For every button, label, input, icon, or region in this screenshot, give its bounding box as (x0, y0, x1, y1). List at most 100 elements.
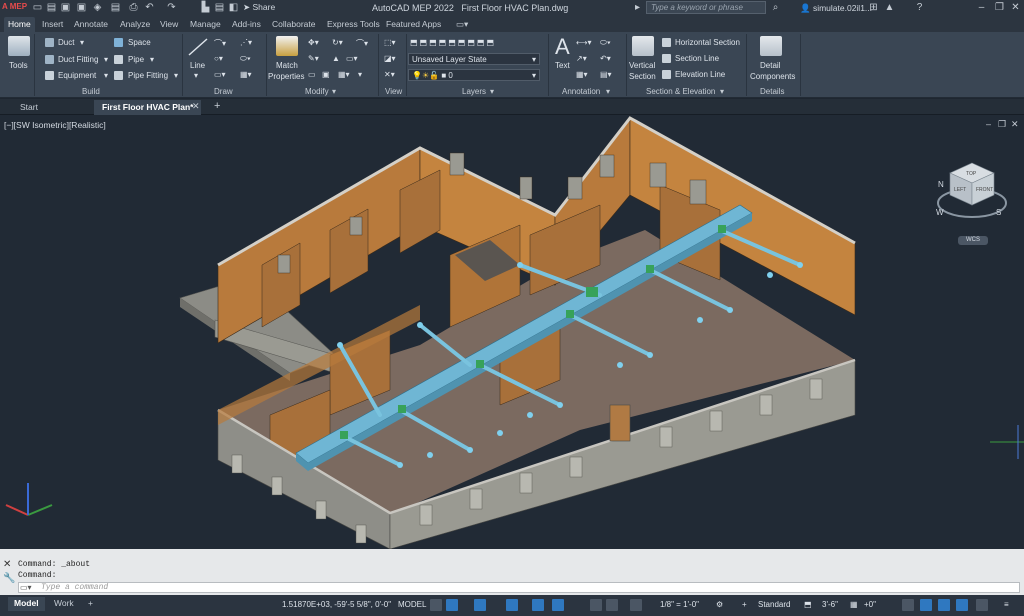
tab-insert[interactable]: Insert (38, 17, 67, 32)
display-style[interactable]: Standard (758, 600, 790, 609)
pipe-icon[interactable] (114, 55, 123, 64)
isolate-icon[interactable] (902, 599, 914, 611)
ucs-menu[interactable]: WCS (958, 236, 988, 245)
command-close-icon[interactable]: ✕ (3, 559, 11, 570)
mirror-icon[interactable]: ▲ (332, 54, 340, 63)
fillet-icon[interactable]: ▭▾ (346, 54, 358, 63)
dropdown-arrow[interactable]: ▾ (104, 55, 108, 64)
plot-icon[interactable]: ⎙ (128, 2, 139, 13)
circle-icon[interactable]: ○▾ (214, 54, 223, 63)
autodesk-a360-icon[interactable]: ▲ (884, 2, 895, 13)
trim-icon[interactable]: ⌒▾ (356, 38, 368, 49)
arc-icon[interactable]: ⌒▾ (214, 38, 226, 49)
lineweight-icon[interactable] (590, 599, 602, 611)
coordinates-readout[interactable]: 1.51870E+03, -59'-5 5/8", 0'-0" (282, 600, 391, 609)
compass-s[interactable]: S (996, 208, 1001, 217)
build-equipment[interactable]: Equipment (58, 71, 96, 80)
hatch-icon[interactable]: ▦▾ (240, 70, 252, 79)
cube-front-label[interactable]: FRONT (976, 187, 993, 193)
viewcube[interactable]: TOP LEFT FRONT N W S (932, 155, 1012, 245)
undo-icon[interactable]: ↶ (144, 2, 155, 13)
rotate-icon[interactable]: ↻▾ (332, 38, 343, 47)
isodraft-icon[interactable] (532, 599, 544, 611)
section-vertical[interactable]: Vertical (629, 61, 655, 70)
tab-home[interactable]: Home (4, 17, 35, 32)
dropdown-arrow[interactable]: ▾ (104, 71, 108, 80)
rectangle-icon[interactable]: ▭▾ (214, 70, 226, 79)
section-line-icon[interactable] (662, 54, 671, 63)
build-pipe[interactable]: Pipe (128, 55, 144, 64)
grid-icon[interactable] (430, 599, 442, 611)
tab-add-ins[interactable]: Add-ins (228, 17, 265, 32)
tools-label[interactable]: Tools (9, 61, 28, 70)
open-icon[interactable]: ▤ (46, 2, 57, 13)
tab-annotate[interactable]: Annotate (70, 17, 112, 32)
cube-left-label[interactable]: LEFT (954, 187, 966, 193)
vertical-section-icon[interactable] (632, 36, 654, 56)
doc-tab-start[interactable]: Start (12, 100, 46, 115)
forward-icon[interactable]: ▸ (632, 2, 643, 13)
search-icon[interactable]: ⌕ (770, 2, 781, 13)
elevation-line-icon[interactable] (662, 70, 671, 79)
compass-n[interactable]: N (938, 180, 944, 189)
dropdown-arrow[interactable]: ▾ (194, 71, 198, 80)
equipment-icon[interactable] (45, 71, 54, 80)
panel-annotation-title[interactable]: Annotation (562, 87, 600, 96)
tab-view[interactable]: View (156, 17, 182, 32)
detail-components-icon[interactable] (760, 36, 782, 56)
open-web-icon[interactable]: ▤ (110, 2, 121, 13)
visual-style-icon[interactable]: ◪▾ (384, 54, 396, 63)
add-icon[interactable]: + (742, 600, 747, 609)
horizontal-section-icon[interactable] (662, 38, 671, 47)
table-icon[interactable]: ▦▾ (576, 70, 588, 79)
orbit-icon[interactable]: ✕▾ (384, 70, 395, 79)
panel-section-title[interactable]: Section & Elevation (646, 87, 715, 96)
annotation-scale[interactable]: 1/8" = 1'-0" (660, 600, 699, 609)
stretch-icon[interactable]: ▭ (308, 70, 316, 79)
layer-state-dropdown[interactable]: Unsaved Layer State ▾ (408, 53, 540, 65)
folder-icon[interactable]: ▙ (200, 2, 211, 13)
user-account[interactable]: 👤 simulate.02il1... (800, 3, 872, 14)
model-space-toggle[interactable]: MODEL (398, 600, 426, 609)
tab-manage[interactable]: Manage (186, 17, 225, 32)
layout-tab-work[interactable]: Work (48, 597, 80, 611)
duct-icon[interactable] (45, 38, 54, 47)
workspace-icon[interactable] (956, 599, 968, 611)
object-snap-icon[interactable] (552, 599, 564, 611)
layer-tools-icons[interactable]: ⬒⬒⬒⬒⬒⬒⬒⬒⬒ (410, 38, 496, 47)
section-section[interactable]: Section (629, 72, 656, 81)
cube-top-label[interactable]: TOP (966, 171, 977, 177)
surface-hatch-icon[interactable]: ▦ (850, 600, 858, 609)
panel-build-title[interactable]: Build (82, 87, 100, 96)
gear-icon[interactable]: ⚙ (716, 600, 723, 609)
panel-details-title[interactable]: Details (760, 87, 784, 96)
mleader-icon[interactable]: ↶▾ (600, 54, 611, 63)
dropdown-arrow[interactable]: ▾ (490, 87, 494, 96)
details-components[interactable]: Components (750, 72, 795, 81)
minimize-icon[interactable]: – (976, 2, 987, 13)
tab-featured-apps[interactable]: Featured Apps (382, 17, 445, 32)
dropdown-arrow[interactable]: ▾ (80, 38, 84, 47)
pipe-fitting-icon[interactable] (114, 71, 123, 80)
panel-view-title[interactable]: View (385, 87, 402, 96)
build-duct-fitting[interactable]: Duct Fitting (58, 55, 98, 64)
add-layout-icon[interactable]: + (82, 597, 99, 611)
layers-icon[interactable]: ▤ (214, 2, 225, 13)
dropdown-arrow[interactable]: ▾ (358, 70, 362, 79)
save-as-icon[interactable]: ▣ (76, 2, 87, 13)
move-icon[interactable]: ✥▾ (308, 38, 319, 47)
dropdown-arrow[interactable]: ▾ (174, 71, 178, 80)
tag-icon[interactable]: ⬭▾ (600, 38, 611, 48)
horizontal-section[interactable]: Horizontal Section (675, 38, 740, 47)
tab-analyze[interactable]: Analyze (116, 17, 154, 32)
text-icon[interactable]: A (555, 34, 570, 60)
new-icon[interactable]: ▭ (32, 2, 43, 13)
annotation-visibility-icon[interactable] (630, 599, 642, 611)
web-icon[interactable]: ◈ (92, 2, 103, 13)
build-space[interactable]: Space (128, 38, 151, 47)
compass-w[interactable]: W (936, 208, 944, 217)
dimension-icon[interactable]: ⟷▾ (576, 38, 591, 47)
space-icon[interactable] (114, 38, 123, 47)
command-input[interactable]: Type a command (18, 582, 1020, 593)
hardware-acceleration-icon[interactable] (920, 599, 932, 611)
